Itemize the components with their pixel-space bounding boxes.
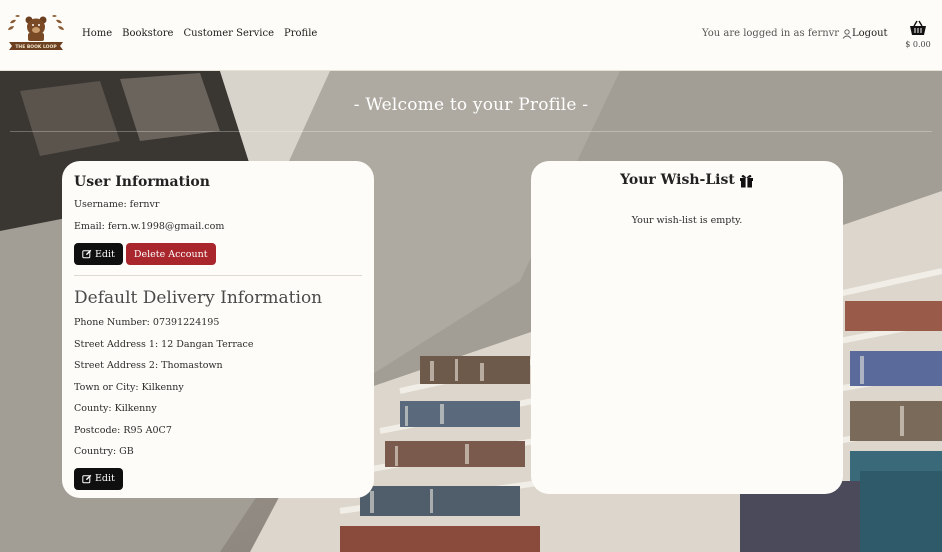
- navbar: THE BOOK LOOP Home Bookstore Customer Se…: [0, 0, 942, 71]
- gift-icon: [739, 174, 753, 187]
- user-information-card: User Information Username: fernvr Email:…: [62, 161, 374, 498]
- logout-link[interactable]: Logout: [852, 28, 888, 39]
- section-divider: [74, 275, 362, 276]
- phone-number-field: Phone Number: 07391224195: [74, 317, 220, 328]
- page-title: - Welcome to your Profile -: [353, 95, 589, 115]
- street-address-2-field: Street Address 2: Thomastown: [74, 360, 223, 371]
- brand-logo[interactable]: THE BOOK LOOP: [6, 14, 66, 54]
- user-actions: Edit Delete Account: [74, 243, 362, 265]
- street-address-1-field: Street Address 1: 12 Dangan Terrace: [74, 338, 254, 350]
- username-field: Username: fernvr: [74, 199, 160, 210]
- user-information-title: User Information: [74, 174, 210, 190]
- country-field: Country: GB: [74, 446, 134, 457]
- logo-text: THE BOOK LOOP: [15, 44, 57, 50]
- email-field: Email: fern.w.1998@gmail.com: [74, 221, 225, 232]
- wishlist-heading: Your Wish-List: [531, 172, 843, 188]
- cart-total: $ 0.00: [905, 40, 931, 49]
- town-city-field: Town or City: Kilkenny: [74, 381, 184, 393]
- wishlist-card: Your Wish-List Your wish-list is empty.: [531, 161, 843, 494]
- edit-delivery-button[interactable]: Edit: [74, 467, 123, 490]
- nav-link-customer-service[interactable]: Customer Service: [183, 28, 274, 39]
- nav-links: Home Bookstore Customer Service Profile: [82, 28, 327, 39]
- delivery-section: Default Delivery Information Phone Numbe…: [74, 288, 362, 490]
- delete-account-button[interactable]: Delete Account: [125, 243, 216, 265]
- cart-button[interactable]: $ 0.00: [902, 20, 934, 49]
- edit-delivery-label: Edit: [95, 473, 115, 484]
- postcode-field: Postcode: R95 A0C7: [74, 424, 172, 436]
- delivery-title: Default Delivery Information: [74, 288, 323, 308]
- county-field: County: Kilkenny: [74, 403, 157, 414]
- nav-link-home[interactable]: Home: [82, 28, 112, 39]
- nav-link-bookstore[interactable]: Bookstore: [122, 28, 173, 39]
- edit-user-button[interactable]: Edit: [74, 243, 123, 265]
- basket-icon: [910, 20, 926, 35]
- nav-link-profile[interactable]: Profile: [284, 28, 317, 39]
- wishlist-empty-message: Your wish-list is empty.: [631, 215, 743, 226]
- user-icon: [842, 28, 852, 39]
- title-divider: [10, 131, 932, 132]
- logged-in-status: You are logged in as fernvr: [702, 28, 852, 39]
- edit-user-label: Edit: [95, 248, 115, 260]
- logged-in-text: You are logged in as fernvr: [702, 28, 840, 39]
- edit-icon: [82, 249, 92, 259]
- wishlist-title: Your Wish-List: [620, 172, 735, 188]
- edit-icon: [82, 474, 92, 483]
